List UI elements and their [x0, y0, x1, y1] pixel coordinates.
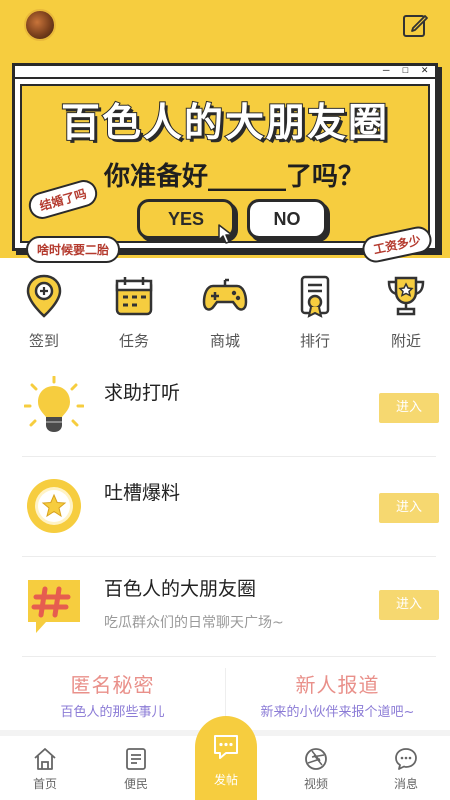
row-title: 吐槽爆料	[104, 482, 181, 504]
nav-item-ranking[interactable]: 排行	[285, 272, 345, 351]
edit-icon[interactable]	[401, 11, 429, 39]
banner-title: 百色人的大朋友圈	[60, 100, 389, 147]
row-divider	[22, 656, 436, 657]
tab-convenience[interactable]: 便民	[106, 746, 166, 792]
row-title: 求助打听	[104, 382, 181, 404]
quick-nav: 签到 任务 商城 排行 附近	[0, 266, 450, 358]
bubble-second-child: 啥时候要二胎	[26, 236, 121, 263]
gamepad-icon	[202, 278, 248, 311]
calendar-icon	[115, 277, 153, 316]
tab-home[interactable]: 首页	[15, 746, 75, 792]
row-title: 百色人的大朋友圈	[104, 578, 257, 600]
row-subtitle: 吃瓜群众们的日常聊天广场~	[104, 615, 284, 631]
nav-item-mall[interactable]: 商城	[195, 272, 255, 351]
tab-label: 消息	[393, 777, 418, 791]
window-controls: — ☐ ✕	[382, 63, 431, 76]
banner-content: 百色人的大朋友圈 你准备好______了吗？ 结婚了吗 啥时候要二胎 工资多少 …	[20, 84, 435, 265]
tab-messages[interactable]: 消息	[376, 746, 436, 792]
card-anonymous-secret[interactable]: 匿名秘密 百色人的那些事儿	[0, 660, 225, 726]
card-subtitle: 百色人的那些事儿	[60, 705, 165, 720]
nav-label: 附近	[390, 332, 421, 350]
home-icon	[34, 748, 56, 770]
enter-button[interactable]: 进入	[379, 493, 439, 523]
row-divider	[22, 456, 436, 457]
message-dots-icon	[214, 735, 238, 759]
aperture-icon	[305, 748, 327, 770]
card-title: 匿名秘密	[70, 673, 155, 697]
nav-item-checkin[interactable]: 签到	[14, 272, 74, 351]
hashtag-icon	[28, 580, 80, 633]
user-avatar[interactable]	[24, 9, 56, 41]
lightbulb-icon	[24, 376, 84, 432]
star-medal-icon	[27, 479, 81, 533]
cursor-icon	[218, 224, 233, 244]
row-divider	[22, 556, 436, 557]
promo-banner[interactable]: — ☐ ✕ 百色人的大朋友圈 你准备好______了吗？ 结婚了吗 啥时候要二胎…	[12, 63, 438, 265]
nav-label: 商城	[209, 332, 240, 350]
nav-item-tasks[interactable]: 任务	[104, 272, 164, 351]
trophy-icon	[387, 276, 425, 316]
card-title: 新人报道	[295, 673, 380, 697]
list-icon	[126, 748, 146, 770]
nav-label: 签到	[28, 332, 59, 350]
nav-label: 任务	[118, 332, 149, 350]
banner-question: 你准备好______了吗？	[104, 162, 365, 192]
banner-window-bar: — ☐ ✕	[15, 63, 435, 79]
post-label: 发帖	[213, 773, 238, 787]
list-item[interactable]: 求助打听 进入	[0, 360, 450, 458]
card-newcomer[interactable]: 新人报道 新来的小伙伴来报个道吧~	[225, 660, 450, 726]
banner-area: — ☐ ✕ 百色人的大朋友圈 你准备好______了吗？ 结婚了吗 啥时候要二胎…	[0, 52, 450, 265]
top-header	[0, 0, 450, 52]
nav-item-nearby[interactable]: 附近	[376, 272, 436, 351]
list-item[interactable]: 吐槽爆料 进入	[0, 460, 450, 558]
tab-label: 视频	[303, 777, 328, 791]
location-pin-icon	[26, 274, 62, 318]
bubble-salary: 工资多少	[359, 224, 435, 265]
post-button[interactable]: 发帖	[195, 716, 257, 800]
tab-label: 便民	[123, 777, 148, 791]
certificate-icon	[300, 275, 330, 318]
list-item[interactable]: 百色人的大朋友圈 吃瓜群众们的日常聊天广场~ 进入	[0, 560, 450, 658]
nav-label: 排行	[299, 332, 330, 350]
enter-button[interactable]: 进入	[379, 393, 439, 423]
card-subtitle: 新来的小伙伴来报个道吧~	[260, 705, 415, 720]
chat-icon	[395, 748, 417, 770]
tab-label: 首页	[32, 777, 57, 791]
bubble-married: 结婚了吗	[25, 176, 101, 223]
no-button[interactable]: NO	[247, 199, 327, 239]
enter-button[interactable]: 进入	[379, 590, 439, 620]
tab-video[interactable]: 视频	[286, 746, 346, 792]
